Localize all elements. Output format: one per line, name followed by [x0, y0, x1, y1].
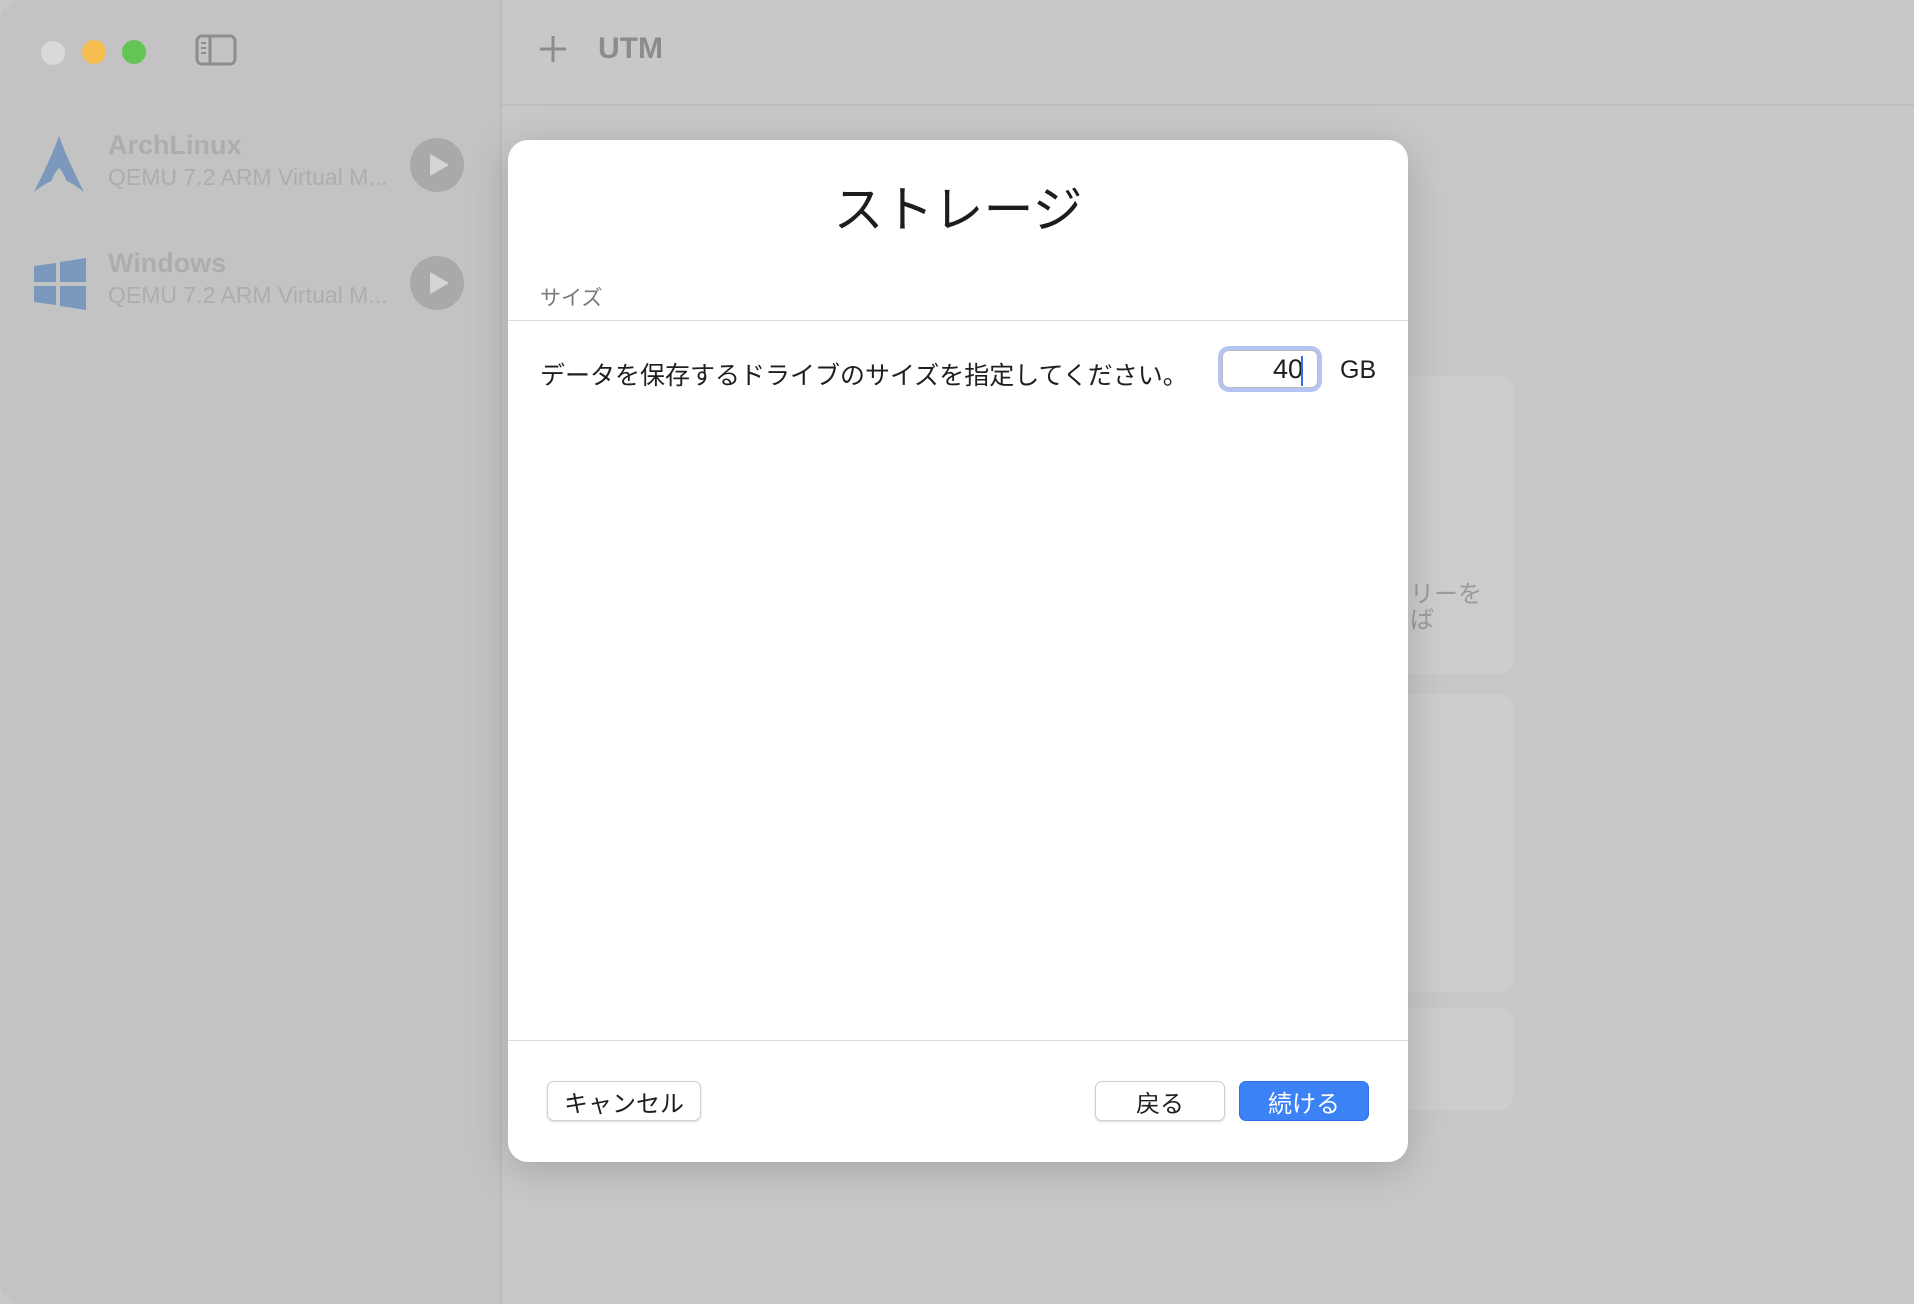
maximize-window-button[interactable] [122, 40, 146, 64]
add-vm-icon[interactable] [538, 34, 568, 64]
divider [508, 320, 1408, 321]
size-unit-label: GB [1340, 356, 1377, 384]
continue-button[interactable]: 続ける [1239, 1081, 1369, 1121]
vm-list-item-windows[interactable]: Windows QEMU 7.2 ARM Virtual M... [30, 238, 470, 328]
minimize-window-button[interactable] [82, 40, 106, 64]
text-caret [1301, 356, 1303, 386]
drive-size-input[interactable] [1222, 350, 1318, 388]
sidebar-toggle-icon[interactable] [195, 34, 237, 66]
play-icon [430, 154, 449, 176]
storage-dialog: ストレージ サイズ データを保存するドライブのサイズを指定してください。 GB … [508, 140, 1408, 1162]
size-prompt-label: データを保存するドライブのサイズを指定してください。 [540, 362, 1188, 390]
play-vm-button[interactable] [410, 138, 464, 192]
play-vm-button[interactable] [410, 256, 464, 310]
vm-subtitle: QEMU 7.2 ARM Virtual M... [108, 164, 388, 190]
vm-name: Windows [108, 248, 227, 278]
window-controls [40, 40, 146, 66]
toolbar: UTM [502, 0, 1914, 106]
cancel-button[interactable]: キャンセル [547, 1081, 701, 1121]
windows-icon [30, 252, 88, 314]
background-card-text: ば [1410, 607, 1434, 634]
divider [508, 1040, 1408, 1041]
dialog-title: ストレージ [833, 182, 1083, 238]
app-window: ArchLinux QEMU 7.2 ARM Virtual M... Wind… [0, 0, 1914, 1304]
archlinux-icon [30, 134, 88, 196]
sidebar: ArchLinux QEMU 7.2 ARM Virtual M... Wind… [0, 0, 502, 1304]
app-title: UTM [598, 32, 663, 65]
section-label: サイズ [540, 287, 603, 310]
vm-subtitle: QEMU 7.2 ARM Virtual M... [108, 282, 388, 308]
close-window-button[interactable] [40, 40, 66, 66]
vm-list-item-archlinux[interactable]: ArchLinux QEMU 7.2 ARM Virtual M... [30, 120, 470, 210]
back-button[interactable]: 戻る [1095, 1081, 1225, 1121]
vm-name: ArchLinux [108, 130, 242, 160]
play-icon [430, 272, 449, 294]
